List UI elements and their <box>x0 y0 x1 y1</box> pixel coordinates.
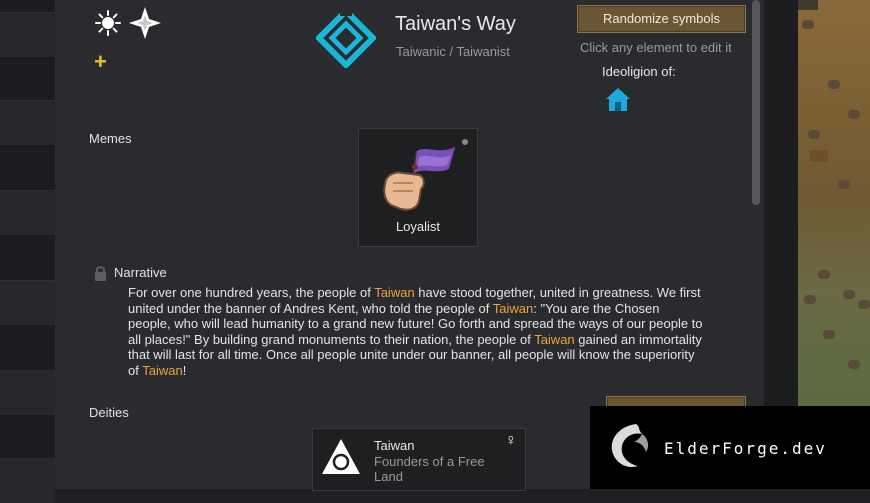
faction-house-icon[interactable] <box>605 86 631 117</box>
watermark-overlay: ElderForge.dev <box>590 406 870 489</box>
edit-hint: Click any element to edit it <box>580 40 732 55</box>
sidebar-tab[interactable] <box>0 190 55 235</box>
dragon-logo-icon <box>606 420 654 477</box>
lock-icon[interactable] <box>94 265 107 286</box>
add-symbol-icon[interactable]: + <box>94 51 107 73</box>
sidebar-tab[interactable] <box>0 280 55 325</box>
deity-card[interactable]: Taiwan Founders of a Free Land ♀ <box>312 428 526 491</box>
watermark-text: ElderForge.dev <box>664 439 827 458</box>
four-point-star-icon[interactable] <box>128 6 162 45</box>
narrative-highlight: Taiwan <box>492 300 534 316</box>
ideoligion-of-label: Ideoligion of: <box>602 64 676 79</box>
left-sidebar-strip <box>0 0 55 503</box>
narrative-text[interactable]: For over one hundred years, the people o… <box>128 285 703 378</box>
narrative-highlight: Taiwan <box>142 362 183 378</box>
narrative-highlight: Taiwan <box>374 285 415 300</box>
deities-section-label: Deities <box>89 405 129 420</box>
narrative-part: For over one hundred years, the people o… <box>128 285 375 300</box>
ideoligion-title[interactable]: Taiwan's Way <box>395 13 516 36</box>
meme-status-dot <box>462 139 468 145</box>
ideoligion-adjectives[interactable]: Taiwanic / Taiwanist <box>396 44 510 59</box>
meme-card-loyalist[interactable]: Loyalist <box>358 128 478 247</box>
narrative-highlight: Taiwan <box>534 331 575 347</box>
deity-triangle-icon <box>320 437 362 482</box>
meme-name: Loyalist <box>395 219 441 234</box>
female-gender-icon: ♀ <box>505 432 517 449</box>
sidebar-tab[interactable] <box>0 370 55 415</box>
narrative-part: ! <box>182 362 187 378</box>
sun-icon[interactable] <box>95 10 121 41</box>
sidebar-tab[interactable] <box>0 100 55 145</box>
sidebar-tab[interactable] <box>0 458 55 503</box>
randomize-symbols-button[interactable]: Randomize symbols <box>577 5 746 33</box>
deity-name: Taiwan <box>374 438 415 453</box>
sidebar-tab[interactable] <box>0 12 55 57</box>
memes-section-label: Memes <box>89 131 132 146</box>
ideoligion-emblem-icon[interactable] <box>314 6 378 73</box>
raised-fist-flag-icon <box>379 137 459 222</box>
scrollbar-thumb[interactable] <box>752 0 760 205</box>
narrative-section-label: Narrative <box>114 265 167 280</box>
deity-title: Founders of a Free Land <box>374 454 485 484</box>
